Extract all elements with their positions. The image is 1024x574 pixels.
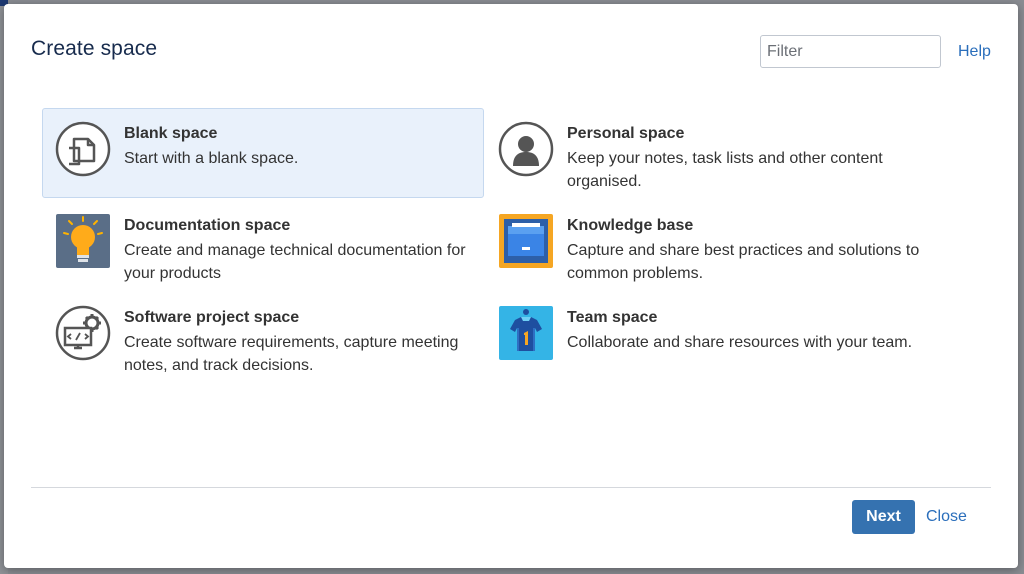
- space-name: Documentation space: [124, 217, 291, 234]
- space-description: Create software requirements, capture me…: [124, 334, 459, 374]
- space-template-grid: Blank space Start with a blank space. Pe…: [42, 108, 942, 388]
- space-tile-personal[interactable]: Personal space Keep your notes, task lis…: [485, 108, 927, 198]
- space-name: Software project space: [124, 309, 300, 326]
- space-name: Knowledge base: [567, 217, 694, 234]
- space-tile-documentation[interactable]: Documentation space Create and manage te…: [42, 200, 484, 290]
- space-description: Collaborate and share resources with you…: [567, 334, 913, 351]
- space-name: Blank space: [124, 125, 218, 142]
- space-description: Create and manage technical documentatio…: [124, 242, 466, 282]
- team-jersey-icon: [499, 306, 553, 360]
- lightbulb-icon: [56, 214, 110, 268]
- space-description: Start with a blank space.: [124, 150, 299, 167]
- dialog-title: Create space: [31, 37, 158, 60]
- space-tile-blank[interactable]: Blank space Start with a blank space.: [42, 108, 484, 198]
- filter-input[interactable]: [760, 35, 941, 68]
- create-space-dialog: Create space Help Blank space Start with…: [4, 4, 1018, 568]
- space-description: Keep your notes, task lists and other co…: [567, 150, 883, 190]
- space-tile-team[interactable]: Team space Collaborate and share resourc…: [485, 292, 927, 382]
- file-cabinet-icon: [499, 214, 553, 268]
- space-name: Personal space: [567, 125, 685, 142]
- space-tile-software-project[interactable]: Software project space Create software r…: [42, 292, 484, 382]
- space-description: Capture and share best practices and sol…: [567, 242, 920, 282]
- help-link[interactable]: Help: [958, 43, 991, 61]
- footer-divider: [31, 487, 991, 488]
- person-icon: [498, 121, 554, 177]
- close-link[interactable]: Close: [926, 508, 967, 526]
- space-tile-knowledge-base[interactable]: Knowledge base Capture and share best pr…: [485, 200, 927, 290]
- next-button[interactable]: Next: [852, 500, 915, 534]
- code-gear-icon: [55, 305, 111, 361]
- space-name: Team space: [567, 309, 658, 326]
- blank-page-icon: [55, 121, 111, 177]
